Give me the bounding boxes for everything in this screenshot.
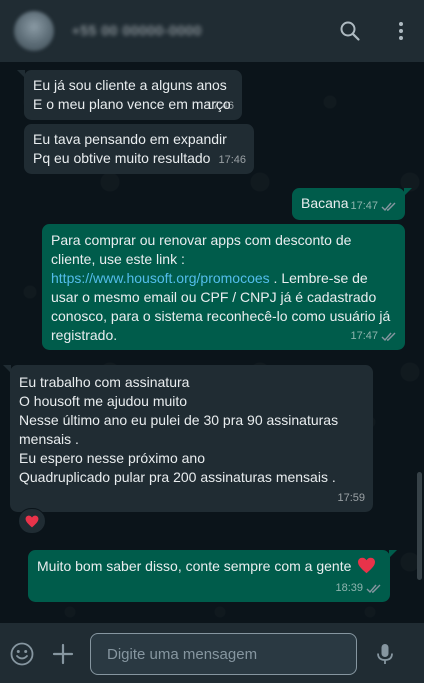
- menu-icon[interactable]: [389, 19, 413, 43]
- message-outgoing[interactable]: Muito bom saber disso, conte sempre com …: [28, 550, 397, 602]
- message-text: Pq eu obtive muito resultado: [33, 150, 211, 166]
- message-text: usar o mesmo email ou CPF / CNPJ já é ca…: [51, 289, 377, 305]
- message-incoming[interactable]: Eu já sou cliente a alguns anos E o meu …: [17, 70, 242, 120]
- message-text: Quadruplicado pular pra 200 assinaturas …: [19, 469, 336, 485]
- message-text: Eu trabalho com assinatura: [19, 374, 190, 390]
- chat-header: +55 00 00000-0000: [0, 0, 424, 62]
- message-input-box[interactable]: [90, 633, 357, 675]
- message-incoming[interactable]: Eu tava pensando em expandir Pq eu obtiv…: [24, 124, 254, 174]
- attach-icon[interactable]: [50, 641, 76, 667]
- double-check-icon: [366, 584, 381, 594]
- promo-link[interactable]: https://www.housoft.org/promocoes: [51, 270, 270, 286]
- message-text: Eu já sou cliente a alguns anos: [33, 77, 227, 93]
- message-text: Eu espero nesse próximo ano: [19, 450, 205, 466]
- message-text: E o meu plano vence em março: [33, 96, 231, 112]
- contact-avatar[interactable]: [14, 11, 54, 51]
- message-time: 17:46: [206, 100, 234, 112]
- message-input[interactable]: [107, 645, 340, 663]
- chat-scrollbar[interactable]: [417, 472, 422, 580]
- message-incoming[interactable]: Eu trabalho com assinatura O housoft me …: [3, 365, 373, 512]
- message-text: Muito bom saber disso, conte sempre com …: [37, 558, 352, 574]
- double-check-icon: [381, 202, 396, 212]
- message-time: 17:47: [350, 327, 397, 346]
- heart-emoji-icon: [358, 557, 376, 574]
- emoji-icon[interactable]: [9, 641, 35, 667]
- message-text: Nesse último ano eu pulei de 30 pra 90 a…: [19, 412, 339, 428]
- message-reaction[interactable]: [18, 508, 46, 534]
- message-text: mensais .: [19, 431, 79, 447]
- double-check-icon: [381, 332, 396, 342]
- message-text: . Lembre-se de: [269, 270, 368, 286]
- message-time: 18:39: [335, 579, 382, 598]
- message-outgoing[interactable]: Para comprar ou renovar apps com descont…: [42, 224, 405, 350]
- message-text: cliente, use este link :: [51, 251, 185, 267]
- message-time: 17:46: [218, 154, 246, 166]
- message-text: registrado.: [51, 327, 118, 343]
- message-time: 17:59: [337, 492, 365, 504]
- message-text: O housoft me ajudou muito: [19, 393, 188, 409]
- message-text: Para comprar ou renovar apps com descont…: [51, 232, 352, 248]
- mic-icon[interactable]: [372, 641, 398, 667]
- contact-name[interactable]: +55 00 00000-0000: [72, 23, 201, 39]
- message-text: Eu tava pensando em expandir: [33, 131, 227, 147]
- message-outgoing[interactable]: Bacana 17:47: [292, 188, 412, 220]
- heart-icon: [25, 515, 39, 527]
- message-time: 17:47: [350, 197, 397, 216]
- message-text: conosco, para o sistema reconhecê-lo com…: [51, 308, 391, 324]
- composer-bar: [0, 623, 424, 683]
- search-icon[interactable]: [338, 19, 362, 43]
